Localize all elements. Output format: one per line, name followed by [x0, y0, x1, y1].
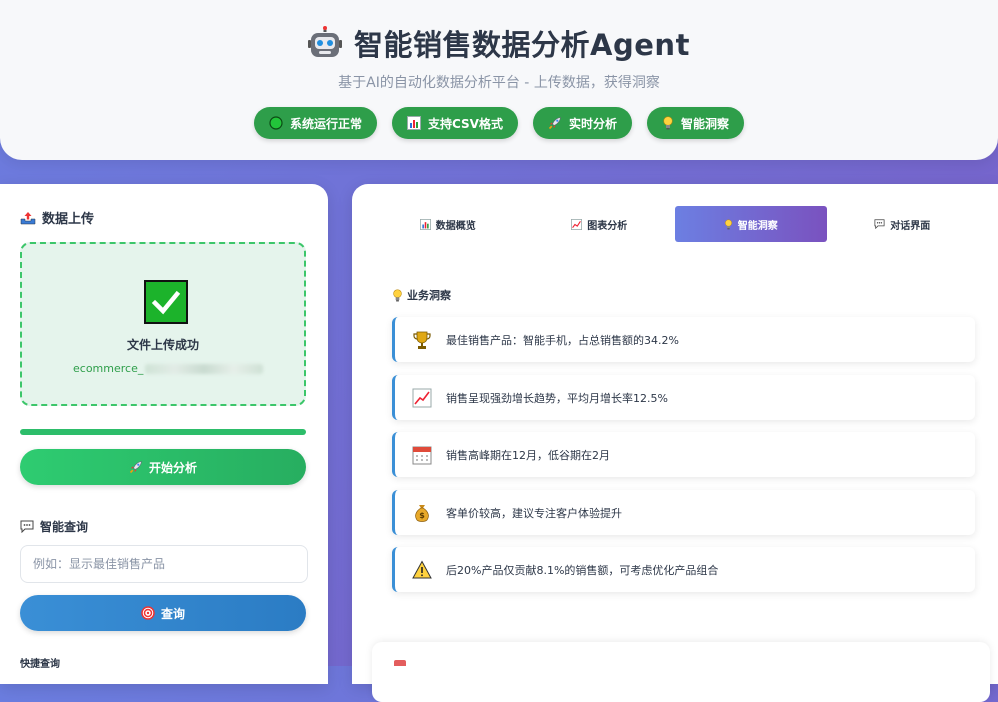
- app-subtitle: 基于AI的自动化数据分析平台 - 上传数据，获得洞察: [338, 75, 660, 91]
- pill-label: 支持CSV格式: [428, 116, 503, 131]
- query-section-title: 智能查询: [20, 518, 88, 535]
- quick-query-title: 快捷查询: [20, 659, 60, 670]
- rocket-icon: [129, 460, 143, 474]
- insight-text: 销售高峰期在12月，低谷期在2月: [446, 448, 610, 462]
- insight-item: 后20%产品仅贡献8.1%的销售额，可考虑优化产品组合: [392, 547, 975, 592]
- calendar-icon: [411, 444, 433, 466]
- tab-label: 图表分析: [587, 220, 628, 232]
- insight-item: $ 客单价较高，建议专注客户体验提升: [392, 490, 975, 535]
- insight-text: 客单价较高，建议专注客户体验提升: [446, 506, 622, 520]
- redacted-filename: [145, 364, 264, 374]
- upload-section-title: 数据上传: [20, 208, 94, 227]
- tab-bar: 数据概览 图表分析 智能洞察 对话界面: [372, 206, 978, 242]
- tab-smart-insight[interactable]: 智能洞察: [675, 206, 827, 242]
- target-icon: [141, 606, 155, 620]
- trophy-icon: [411, 329, 433, 351]
- filename-text: ecommerce_: [73, 362, 144, 375]
- rocket-icon: [548, 116, 562, 130]
- insight-item: 最佳销售产品：智能手机，占总销售额的34.2%: [392, 317, 975, 362]
- status-pill-insight: 智能洞察: [646, 107, 744, 139]
- tab-label: 对话界面: [890, 220, 931, 232]
- pill-label: 智能洞察: [680, 116, 729, 131]
- main-panel: 数据概览 图表分析 智能洞察 对话界面 业务洞察 最佳销售产品：智能手机，占总销…: [352, 184, 998, 702]
- status-pill-realtime: 实时分析: [532, 107, 632, 139]
- pill-label: 系统运行正常: [289, 116, 362, 131]
- query-button-label: 查询: [160, 606, 185, 621]
- checkmark-icon: [144, 280, 188, 324]
- warning-icon: [411, 559, 433, 581]
- lightbulb-icon: [392, 288, 403, 302]
- robot-icon: [308, 26, 343, 60]
- upload-title: 数据上传: [42, 212, 95, 227]
- bar-chart-icon: [407, 116, 421, 130]
- insight-text: 后20%产品仅贡献8.1%的销售额，可考虑优化产品组合: [446, 563, 719, 577]
- insights-title: 业务洞察: [407, 289, 451, 302]
- insight-text: 销售呈现强劲增长趋势，平均月增长率12.5%: [446, 391, 668, 405]
- tab-chat[interactable]: 对话界面: [827, 206, 979, 242]
- insights-section-title: 业务洞察: [392, 287, 451, 303]
- query-title: 智能查询: [40, 520, 89, 534]
- title-row: 智能销售数据分析Agent: [0, 22, 998, 64]
- start-analysis-button[interactable]: 开始分析: [20, 449, 306, 485]
- insight-item: 销售呈现强劲增长趋势，平均月增长率12.5%: [392, 375, 975, 420]
- insight-item: 销售高峰期在12月，低谷期在2月: [392, 432, 975, 477]
- app-title: 智能销售数据分析Agent: [354, 28, 690, 62]
- section-icon-peek: [394, 660, 406, 666]
- tab-label: 数据概览: [435, 220, 476, 232]
- upload-tray-icon: [20, 211, 36, 225]
- uploaded-filename: ecommerce_: [73, 362, 264, 375]
- tab-chart-analysis[interactable]: 图表分析: [524, 206, 676, 242]
- lightbulb-icon: [724, 219, 733, 230]
- upload-status-text: 文件上传成功: [126, 338, 199, 352]
- next-section-card: [372, 642, 990, 702]
- status-pill-system: 系统运行正常: [253, 107, 377, 139]
- upload-dropzone[interactable]: 文件上传成功 ecommerce_: [20, 242, 306, 406]
- bar-chart-icon: [419, 218, 431, 230]
- query-input[interactable]: [20, 545, 308, 583]
- tab-label: 智能洞察: [737, 220, 778, 232]
- query-button[interactable]: 查询: [20, 595, 306, 631]
- green-circle-icon: [269, 116, 283, 130]
- money-bag-icon: $: [411, 502, 433, 524]
- svg-text:$: $: [419, 511, 425, 520]
- start-analysis-label: 开始分析: [148, 460, 197, 475]
- speech-bubble-icon: [20, 520, 34, 533]
- insight-text: 最佳销售产品：智能手机，占总销售额的34.2%: [446, 333, 679, 347]
- lightbulb-icon: [662, 116, 674, 130]
- status-pills: 系统运行正常 支持CSV格式 实时分析 智能洞察: [0, 107, 998, 139]
- pill-label: 实时分析: [568, 116, 617, 131]
- trend-up-icon: [411, 387, 433, 409]
- left-panel: 数据上传 文件上传成功 ecommerce_ 开始分析 智能查询 查询 快捷查询: [0, 184, 328, 684]
- upload-progress-bar: [20, 429, 306, 435]
- app-header: 智能销售数据分析Agent 基于AI的自动化数据分析平台 - 上传数据，获得洞察…: [0, 0, 998, 160]
- tab-data-overview[interactable]: 数据概览: [372, 206, 524, 242]
- line-chart-icon: [571, 218, 583, 230]
- status-pill-csv: 支持CSV格式: [392, 107, 518, 139]
- speech-bubble-icon: [874, 219, 885, 229]
